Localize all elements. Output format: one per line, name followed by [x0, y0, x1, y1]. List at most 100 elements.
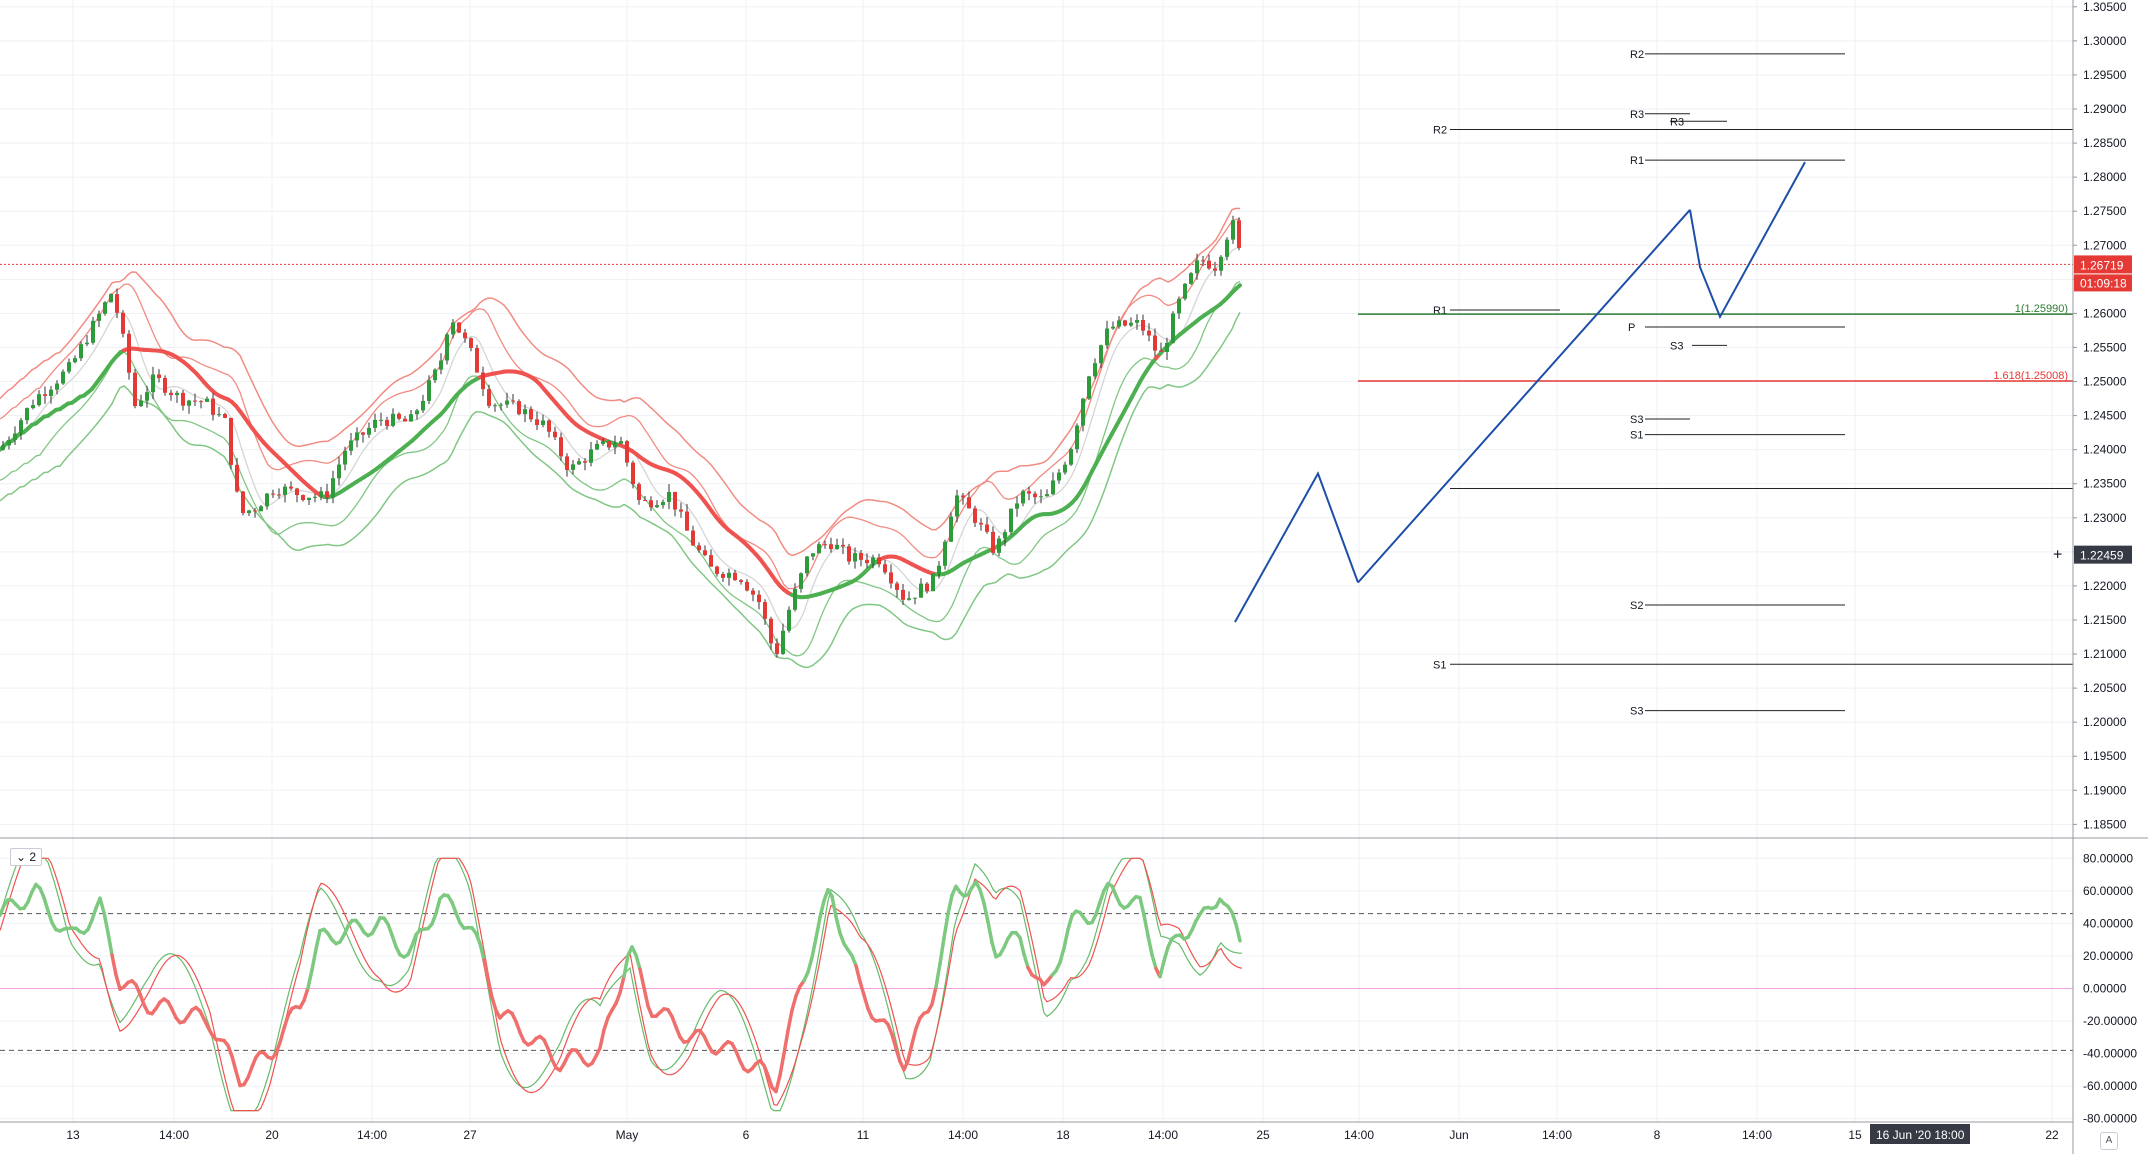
candle-body [607, 441, 611, 448]
candle-body [103, 302, 107, 314]
candle-body [919, 583, 923, 598]
candle-body [1147, 330, 1151, 336]
candle-body [319, 491, 323, 497]
candle-body [181, 392, 185, 406]
candle [61, 369, 65, 385]
candle-body [97, 313, 101, 321]
candle-body [553, 431, 557, 438]
candle [73, 355, 77, 364]
pattern-leg-xab [1234, 471, 1359, 623]
osc-thick-seg [978, 888, 986, 905]
time-tick-label: 14:00 [1344, 1128, 1374, 1142]
osc-tick-label: -80.00000 [2083, 1112, 2137, 1126]
candle [589, 441, 593, 467]
candle [241, 491, 245, 516]
candle [979, 518, 983, 531]
candle-body [709, 555, 713, 567]
candle [517, 399, 521, 416]
candle-body [631, 462, 635, 485]
price-tick-label: 1.29000 [2083, 102, 2127, 116]
candle-body [967, 497, 971, 509]
candle-body [433, 369, 437, 381]
candle [1165, 337, 1169, 360]
price-tick-label: 1.26000 [2083, 306, 2127, 320]
osc-thick-seg [810, 936, 818, 960]
osc-thick-seg [638, 967, 646, 990]
time-tick-label: 11 [857, 1128, 870, 1142]
crosshair-icon: + [2053, 547, 2062, 564]
candle-body [217, 414, 221, 416]
candle [691, 525, 695, 546]
harmonic-pattern [1234, 161, 1806, 623]
candle [457, 322, 461, 334]
candle-body [643, 499, 647, 501]
candle [223, 412, 227, 419]
osc-tick-label: 20.00000 [2083, 949, 2133, 963]
pane-label[interactable]: ⌄ 2 [10, 848, 43, 866]
cursor-price-text: 1.22459 [2080, 549, 2124, 563]
osc-thick-seg [106, 930, 114, 957]
candle-body [745, 581, 749, 591]
pattern-projection [1689, 161, 1806, 320]
osc-thick-seg [1230, 910, 1238, 926]
candle-body [223, 414, 227, 418]
candle-body [469, 338, 473, 348]
candle [565, 453, 569, 477]
candle [229, 417, 233, 470]
candle-body [139, 400, 143, 407]
grid [0, 0, 2073, 1122]
candle-body [115, 294, 119, 313]
candle [427, 375, 431, 405]
osc-thick-seg [946, 893, 954, 916]
candle-body [67, 362, 71, 372]
osc-tick-label: 60.00000 [2083, 884, 2133, 898]
candle-body [1015, 503, 1019, 509]
candle [1057, 468, 1061, 484]
candle-body [289, 486, 293, 489]
time-tick-label: 8 [1654, 1128, 1661, 1142]
candle-body [175, 392, 179, 396]
bollinger-bands [0, 207, 1242, 669]
cursor-date-text: 16 Jun '20 18:00 [1876, 1128, 1965, 1142]
candle [187, 399, 191, 414]
candle-body [529, 409, 533, 420]
candle [781, 623, 785, 655]
time-tick-label: 14:00 [357, 1128, 387, 1142]
price-chart[interactable]: R2 R3 R3 R2 R1 R1 P S3 S3 S1 S2 S1 S3 1(1.25990) 1.618… [0, 0, 2148, 1154]
candle [1105, 320, 1109, 349]
osc-tick-label: 0.00000 [2083, 982, 2127, 996]
time-tick-label: 14:00 [1542, 1128, 1572, 1142]
candle-body [1111, 326, 1115, 329]
candle-body [127, 333, 131, 373]
candle [355, 427, 359, 448]
osc-thick-seg [986, 920, 994, 945]
candle-body [811, 553, 815, 557]
osc-thick-seg [938, 936, 946, 966]
candle-body [241, 491, 245, 514]
pivot-label: P [1628, 322, 1635, 334]
candle [265, 492, 269, 510]
candle [109, 293, 113, 303]
osc-thick-seg [894, 1046, 902, 1064]
candle-body [805, 556, 809, 574]
candle [949, 512, 953, 542]
osc-thick-seg [786, 1008, 794, 1033]
candle-body [487, 389, 491, 406]
osc-thick-seg [1066, 914, 1074, 932]
candle-body [1021, 491, 1025, 504]
pivot-label: S3 [1670, 340, 1683, 352]
osc-thick-seg [278, 1026, 286, 1045]
candle-body [895, 583, 899, 590]
candle [673, 491, 677, 517]
osc-thick-seg [1146, 933, 1154, 957]
osc-thick-seg [774, 1073, 782, 1094]
price-tick-label: 1.19500 [2083, 749, 2127, 763]
osc-thick-seg [642, 985, 650, 1008]
candle-body [913, 597, 917, 599]
auto-scale-button[interactable]: A [2100, 1132, 2118, 1150]
candle [1183, 283, 1187, 301]
candle [1075, 423, 1079, 454]
candle-body [421, 400, 425, 411]
candle-body [19, 420, 23, 434]
candle [775, 638, 779, 658]
